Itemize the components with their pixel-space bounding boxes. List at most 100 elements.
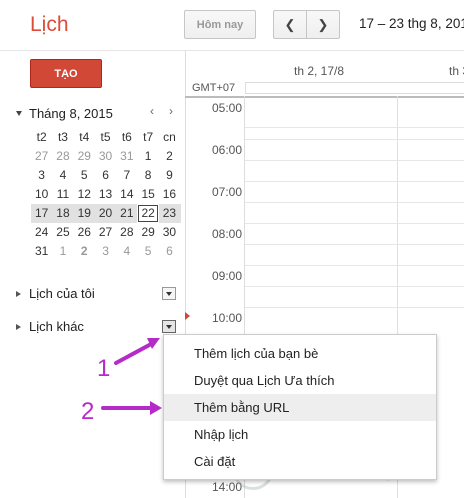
half-hour-line	[245, 244, 464, 245]
mini-calendar-day[interactable]: 6	[159, 242, 180, 261]
hour-line	[245, 307, 464, 308]
mini-calendar-week: 10 11 12 13 14 15 16	[31, 185, 181, 204]
mini-calendar-day[interactable]: 30	[95, 147, 116, 166]
mini-calendar-day[interactable]: 4	[52, 166, 73, 185]
mini-calendar-week: 24 25 26 27 28 29 30	[31, 223, 181, 242]
mini-calendar-day[interactable]: 15	[137, 185, 158, 204]
other-calendars-dropdown-icon[interactable]	[162, 320, 176, 333]
hour-line	[245, 223, 464, 224]
mini-calendar-day[interactable]: 26	[74, 223, 95, 242]
menu-item-browse-interesting[interactable]: Duyệt qua Lịch Ưa thích	[164, 367, 436, 394]
mini-calendar-week: 27 28 29 30 31 1 2	[31, 147, 181, 166]
mini-calendar-weekday: t6	[121, 130, 132, 144]
current-time-marker	[185, 312, 190, 320]
mini-calendar-day[interactable]: 7	[116, 166, 137, 185]
mini-calendar-day[interactable]: 23	[159, 204, 180, 223]
mini-calendar-day[interactable]: 2	[74, 242, 95, 261]
hour-label: 09:00	[212, 269, 243, 283]
mini-calendar-day[interactable]: 2	[159, 147, 180, 166]
mini-calendar-day[interactable]: 9	[159, 166, 180, 185]
today-button[interactable]: Hôm nay	[184, 10, 256, 39]
timezone-label: GMT+07	[192, 82, 236, 94]
hour-line	[245, 181, 464, 182]
mini-calendar-day[interactable]: 3	[95, 242, 116, 261]
app-title: Lịch	[30, 13, 69, 36]
mini-calendar-day[interactable]: 5	[74, 166, 95, 185]
mini-calendar-day[interactable]: 31	[116, 147, 137, 166]
header-divider	[0, 50, 464, 51]
mini-calendar-day[interactable]: 29	[137, 223, 158, 242]
mini-calendar-day[interactable]: 13	[95, 185, 116, 204]
mini-calendar-day[interactable]: 4	[116, 242, 137, 261]
mini-calendar-day[interactable]: 11	[52, 185, 73, 204]
mini-calendar-day[interactable]: 25	[52, 223, 73, 242]
mini-calendar-month: Tháng 8, 2015	[29, 105, 113, 121]
mini-calendar-day[interactable]: 10	[31, 185, 52, 204]
my-calendars-label: Lịch của tôi	[29, 286, 95, 301]
hour-label: 07:00	[212, 185, 243, 199]
menu-item-add-by-url[interactable]: Thêm bằng URL	[164, 394, 436, 421]
mini-calendar-weekday: t4	[79, 130, 90, 144]
annotation-arrow-2	[101, 401, 162, 415]
mini-calendar-day[interactable]: 22	[137, 204, 159, 223]
other-calendars-toggle[interactable]: Lịch khác	[16, 319, 84, 334]
mini-calendar-day[interactable]: 24	[31, 223, 52, 242]
mini-calendar-day[interactable]: 29	[74, 147, 95, 166]
mini-calendar-day[interactable]: 21	[116, 204, 137, 223]
create-event-button[interactable]: TẠO	[30, 59, 102, 88]
mini-calendar-prev-icon[interactable]: ‹	[146, 104, 158, 118]
half-hour-line	[245, 127, 464, 128]
mini-calendar-day[interactable]: 6	[95, 166, 116, 185]
mini-calendar-day[interactable]: 31	[31, 242, 52, 261]
other-calendars-label: Lịch khác	[29, 319, 84, 334]
hour-label: 10:00	[212, 311, 243, 325]
day-header-tue[interactable]: th 3	[449, 64, 464, 78]
mini-calendar-day[interactable]: 16	[159, 185, 180, 204]
mini-calendar-day[interactable]: 8	[137, 166, 158, 185]
annotation-arrow-1	[114, 338, 160, 365]
menu-item-import-calendar[interactable]: Nhập lịch	[164, 421, 436, 448]
expand-triangle-icon	[16, 290, 21, 297]
mini-calendar-weekday: t7	[143, 130, 154, 144]
date-range-label: 17 – 23 thg 8, 2015	[359, 16, 464, 31]
mini-calendar-day[interactable]: 3	[31, 166, 52, 185]
mini-calendar-day[interactable]: 20	[95, 204, 116, 223]
mini-calendar-day[interactable]: 28	[52, 147, 73, 166]
mini-calendar-day[interactable]: 27	[31, 147, 52, 166]
chevron-right-icon: ❯	[317, 16, 329, 32]
mini-calendar-weekday-row: t2 t3 t4 t5 t6 t7 cn	[31, 128, 181, 147]
mini-calendar-day[interactable]: 1	[52, 242, 73, 261]
previous-week-button[interactable]: ❮	[273, 10, 307, 39]
mini-calendar-day[interactable]: 17	[31, 204, 52, 223]
hour-line	[245, 139, 464, 140]
mini-calendar-day[interactable]: 14	[116, 185, 137, 204]
mini-calendar-next-icon[interactable]: ›	[165, 104, 177, 118]
annotation-step-1: 1	[97, 355, 111, 382]
half-hour-line	[245, 202, 464, 203]
mini-calendar-day[interactable]: 18	[52, 204, 73, 223]
half-hour-line	[245, 160, 464, 161]
annotation-step-2: 2	[81, 398, 95, 425]
mini-calendar-weekday: cn	[163, 130, 176, 144]
mini-calendar-weekday: t2	[36, 130, 47, 144]
my-calendars-toggle[interactable]: Lịch của tôi	[16, 286, 95, 301]
mini-calendar-weekday: t3	[57, 130, 68, 144]
collapse-triangle-icon	[16, 110, 22, 116]
mini-calendar-day[interactable]: 5	[137, 242, 158, 261]
day-header-mon[interactable]: th 2, 17/8	[294, 64, 344, 78]
menu-item-settings[interactable]: Cài đặt	[164, 448, 436, 475]
all-day-row[interactable]	[245, 82, 464, 94]
mini-calendar-day[interactable]: 27	[95, 223, 116, 242]
mini-calendar-week: 17 18 19 20 21 22 23	[31, 204, 181, 223]
mini-calendar-day[interactable]: 30	[159, 223, 180, 242]
mini-calendar-day[interactable]: 19	[74, 204, 95, 223]
mini-calendar-day[interactable]: 1	[137, 147, 158, 166]
next-week-button[interactable]: ❯	[306, 10, 340, 39]
mini-calendar-day[interactable]: 12	[74, 185, 95, 204]
mini-calendar-week: 3456789	[31, 166, 181, 185]
menu-item-add-friend-calendar[interactable]: Thêm lịch của bạn bè	[164, 340, 436, 367]
mini-calendar-day[interactable]: 28	[116, 223, 137, 242]
mini-calendar-weekday: t5	[100, 130, 111, 144]
my-calendars-dropdown-icon[interactable]	[162, 287, 176, 300]
hour-label: 06:00	[212, 143, 243, 157]
